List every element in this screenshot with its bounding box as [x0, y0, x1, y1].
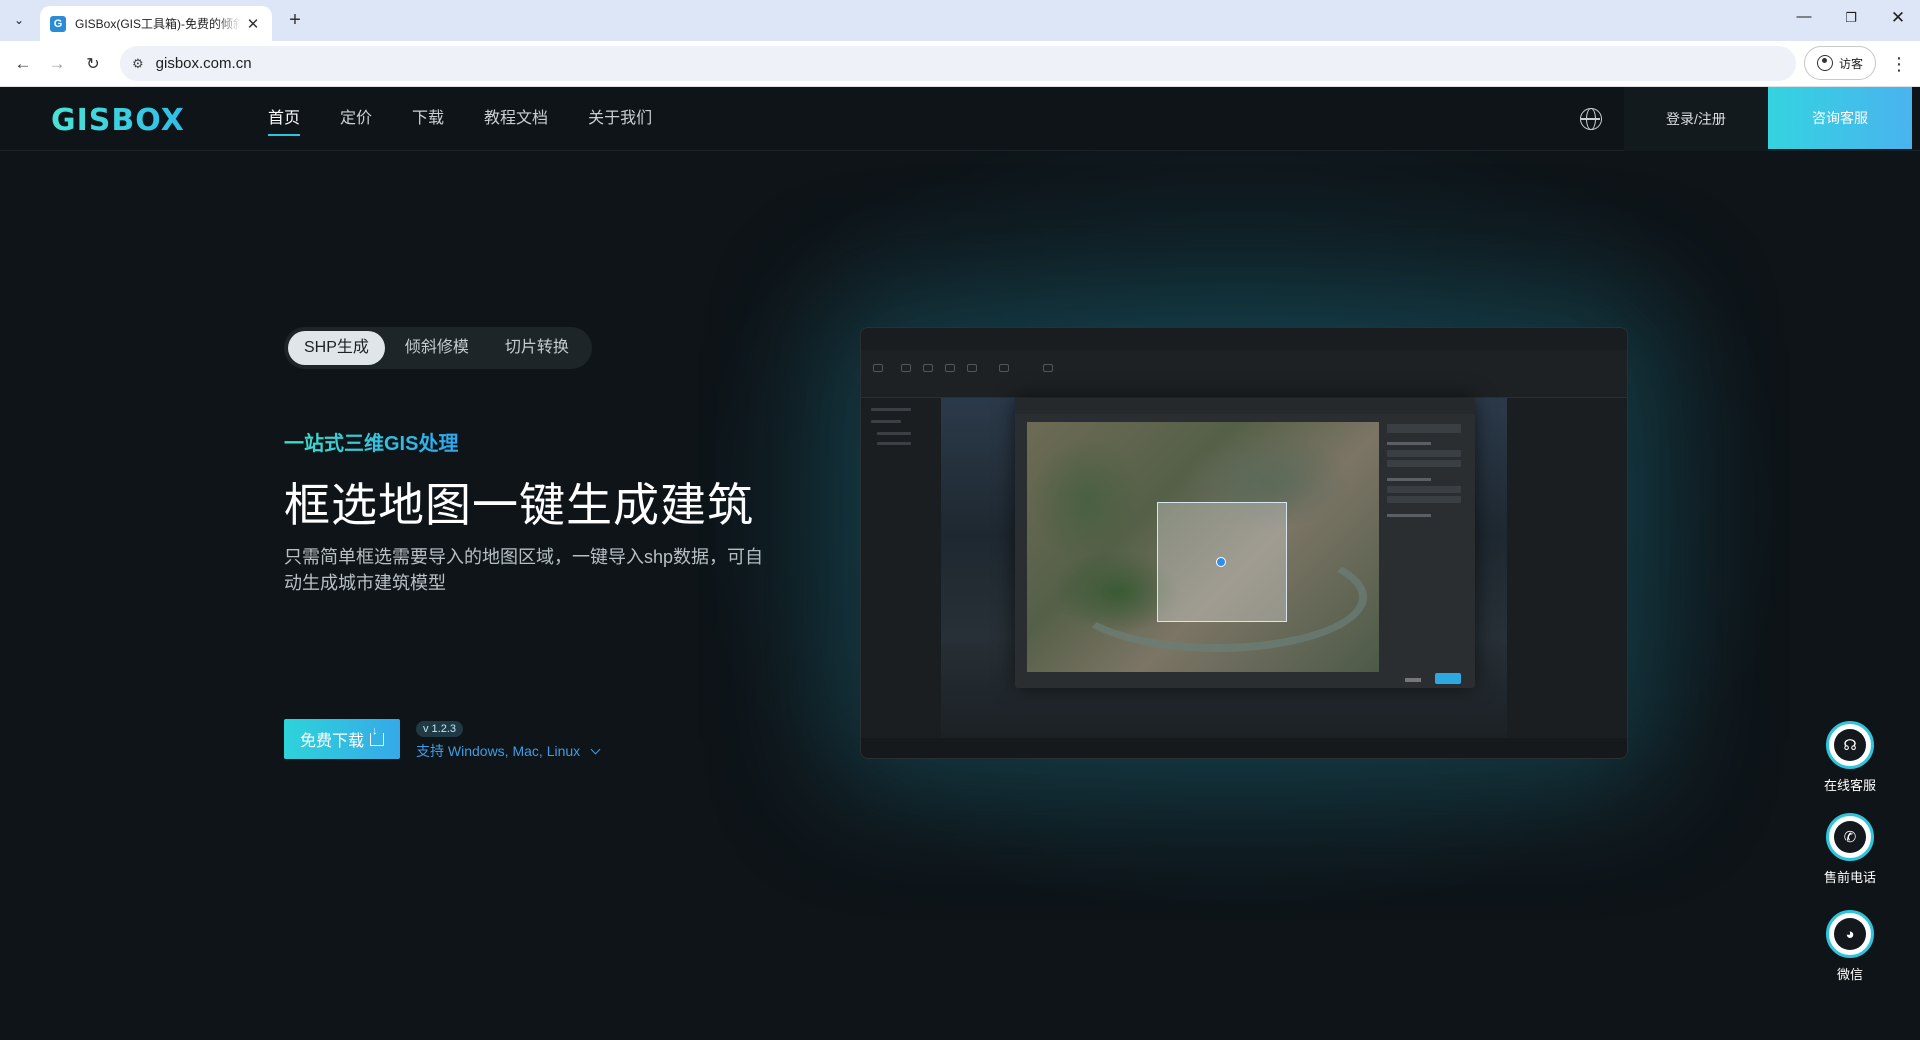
browser-tab-active[interactable]: G GISBox(GIS工具箱)-免费的倾斜 ✕	[40, 6, 272, 41]
address-bar[interactable]: ⚙ gisbox.com.cn	[120, 46, 1796, 81]
app-preview-screenshot	[860, 327, 1628, 759]
main-nav: 首页 定价 下载 教程文档 关于我们	[268, 87, 692, 151]
browser-menu-icon[interactable]: ⋮	[1890, 54, 1908, 75]
browser-tab-bar: ⌄ G GISBox(GIS工具箱)-免费的倾斜 ✕ + — ❐ ✕	[0, 0, 1920, 41]
site-favicon-icon: G	[50, 15, 66, 32]
page-content: GISBOX 首页 定价 下载 教程文档 关于我们 登录/注册 咨询客服 SHP…	[0, 87, 1920, 1040]
download-icon	[370, 725, 384, 746]
wechat-button[interactable]: ◕ 微信	[1808, 910, 1892, 983]
headset-icon-circle: ☊	[1826, 721, 1874, 769]
preview-field	[1387, 450, 1461, 457]
tab-oblique-repair[interactable]: 倾斜修模	[389, 331, 485, 365]
chevron-down-icon	[590, 744, 601, 755]
consult-service-button[interactable]: 咨询客服	[1768, 87, 1912, 149]
presales-phone-button[interactable]: ✆ 售前电话	[1808, 813, 1892, 886]
hero-headline: 框选地图一键生成建筑	[284, 479, 754, 531]
preview-field	[1387, 424, 1461, 433]
url-text[interactable]: gisbox.com.cn	[156, 55, 252, 72]
preview-label	[1387, 442, 1431, 445]
preview-toolbar	[861, 350, 1627, 398]
preview-titlebar	[861, 328, 1627, 350]
preview-tool-icon	[1043, 364, 1053, 372]
wechat-icon-circle: ◕	[1826, 910, 1874, 958]
preview-selection-center-icon	[1216, 557, 1226, 567]
preview-field	[1387, 486, 1461, 493]
preview-satellite-map	[1027, 422, 1379, 672]
preview-cancel-button	[1405, 678, 1421, 682]
preview-sidebar	[861, 398, 941, 740]
reload-icon[interactable]: ↻	[82, 53, 104, 75]
nav-item-about[interactable]: 关于我们	[588, 87, 672, 151]
preview-tool-icon	[923, 364, 933, 372]
guest-label: 访客	[1838, 56, 1863, 71]
nav-item-download[interactable]: 下载	[412, 87, 464, 151]
preview-sidebar-line	[871, 408, 911, 411]
guest-profile-button[interactable]: 访客	[1804, 46, 1876, 80]
preview-sidebar-line	[877, 442, 911, 445]
phone-icon: ✆	[1834, 821, 1866, 853]
preview-coordinate-panel	[1383, 422, 1465, 672]
new-tab-button[interactable]: +	[283, 9, 307, 32]
site-logo[interactable]: GISBOX	[51, 103, 185, 138]
preview-tool-icon	[873, 364, 883, 372]
phone-icon-circle: ✆	[1826, 813, 1874, 861]
tab-search-button[interactable]: ⌄	[7, 8, 31, 32]
nav-item-pricing[interactable]: 定价	[340, 87, 392, 151]
preview-field	[1387, 496, 1461, 503]
login-register-button[interactable]: 登录/注册	[1624, 87, 1768, 151]
preview-tool-icon	[999, 364, 1009, 372]
window-restore-button[interactable]: ❐	[1836, 10, 1866, 26]
online-service-label: 在线客服	[1823, 778, 1876, 793]
presales-phone-label: 售前电话	[1823, 870, 1876, 885]
preview-dialog-header	[1015, 398, 1475, 414]
preview-label	[1387, 514, 1431, 517]
hero-description: 只需简单框选需要导入的地图区域，一键导入shp数据，可自动生成城市建筑模型	[284, 547, 764, 593]
tab-tile-convert[interactable]: 切片转换	[489, 331, 585, 365]
headset-icon: ☊	[1834, 729, 1866, 761]
tab-shp-generate[interactable]: SHP生成	[288, 331, 385, 365]
preview-tool-icon	[945, 364, 955, 372]
preview-statusbar	[861, 738, 1627, 758]
back-arrow-icon[interactable]: ←	[12, 53, 34, 75]
tab-title: GISBox(GIS工具箱)-免费的倾斜	[75, 17, 241, 31]
window-close-button[interactable]: ✕	[1883, 8, 1913, 28]
forward-arrow-icon[interactable]: →	[46, 53, 68, 75]
preview-label	[1387, 478, 1431, 481]
preview-tool-icon	[967, 364, 977, 372]
free-download-button[interactable]: 免费下载	[284, 719, 400, 759]
online-service-button[interactable]: ☊ 在线客服	[1808, 721, 1892, 794]
tab-close-icon[interactable]: ✕	[244, 15, 262, 33]
site-header: GISBOX 首页 定价 下载 教程文档 关于我们 登录/注册 咨询客服	[0, 87, 1920, 151]
preview-import-button	[1435, 673, 1461, 684]
wechat-icon: ◕	[1834, 918, 1866, 950]
site-info-icon[interactable]: ⚙	[132, 56, 144, 72]
hero-subtitle: 一站式三维GIS处理	[284, 427, 458, 456]
preview-import-dialog	[1015, 398, 1475, 688]
window-minimize-button[interactable]: —	[1789, 8, 1819, 25]
download-label: 免费下载	[299, 733, 364, 750]
browser-toolbar: ← → ↻ ⚙ gisbox.com.cn 访客 ⋮	[0, 41, 1920, 87]
preview-selection-box	[1157, 502, 1287, 622]
feature-tab-group: SHP生成 倾斜修模 切片转换	[284, 327, 592, 369]
platform-support-dropdown[interactable]: 支持 Windows, Mac, Linux	[416, 741, 601, 761]
version-badge: v 1.2.3	[416, 721, 464, 737]
preview-field	[1387, 460, 1461, 467]
preview-sidebar-line	[877, 432, 911, 435]
preview-sidebar-line	[871, 420, 901, 423]
wechat-label: 微信	[1836, 967, 1863, 982]
preview-tool-icon	[901, 364, 911, 372]
nav-item-home[interactable]: 首页	[268, 87, 320, 151]
nav-item-docs[interactable]: 教程文档	[484, 87, 568, 151]
language-globe-icon[interactable]	[1580, 108, 1602, 130]
preview-right-panel	[1507, 398, 1627, 740]
profile-avatar-icon	[1816, 55, 1833, 71]
platform-support-text: 支持 Windows, Mac, Linux	[416, 743, 581, 759]
